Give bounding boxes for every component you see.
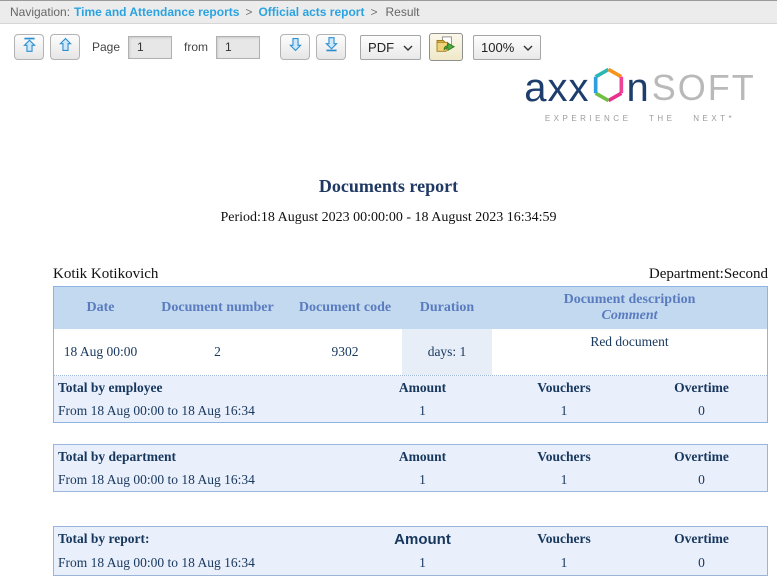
overtime-header: Overtime: [634, 445, 769, 468]
page-input[interactable]: [128, 36, 172, 59]
amount-header: Amount: [351, 527, 494, 551]
last-page-button[interactable]: [316, 34, 346, 60]
first-page-button[interactable]: [14, 34, 44, 60]
vouchers-header: Vouchers: [494, 445, 634, 468]
description-header-line: Document description: [564, 292, 696, 308]
first-page-icon: [21, 36, 38, 58]
total-employee-header-row: Total by employee Amount Vouchers Overti…: [54, 376, 767, 399]
breadcrumb-separator: >: [245, 5, 252, 19]
amount-header: Amount: [351, 376, 494, 399]
format-select-value: PDF: [368, 40, 394, 55]
cell-description: Red document: [492, 329, 767, 375]
column-header-duration: Duration: [402, 287, 492, 329]
column-header-description: Document description Comment: [492, 287, 767, 329]
total-department-section: Total by department Amount Vouchers Over…: [53, 444, 768, 492]
breadcrumb-current: Result: [385, 5, 419, 19]
breadcrumb-link-official-acts[interactable]: Official acts report: [258, 5, 364, 19]
axxonsoft-logo: axx n SOFT EXPERIENCE THE NEXT*: [515, 66, 765, 123]
cell-document-code: 9302: [288, 329, 402, 375]
breadcrumb-label: Navigation:: [10, 5, 70, 19]
report-toolbar: Page from PDF 100%: [0, 24, 777, 70]
total-report-section: Total by report: Amount Vouchers Overtim…: [53, 526, 768, 576]
last-page-icon: [323, 36, 340, 58]
arrow-down-icon: [287, 36, 304, 58]
documents-table-header: Date Document number Document code Durat…: [54, 287, 767, 329]
total-employee-values-row: From 18 Aug 00:00 to 18 Aug 16:34 1 1 0: [54, 399, 767, 422]
total-report-values-row: From 18 Aug 00:00 to 18 Aug 16:34 1 1 0: [54, 551, 767, 575]
total-report-overtime: 0: [634, 551, 769, 575]
total-report-header-row: Total by report: Amount Vouchers Overtim…: [54, 527, 767, 551]
chevron-down-icon: [403, 40, 413, 55]
next-page-button[interactable]: [280, 34, 310, 60]
export-icon: [436, 36, 456, 59]
total-employee-range: From 18 Aug 00:00 to 18 Aug 16:34: [54, 399, 351, 422]
department-label: Department:Second: [649, 266, 768, 283]
hexagon-logo-icon: [592, 66, 625, 109]
cell-date: 18 Aug 00:00: [54, 329, 147, 375]
zoom-select-value: 100%: [481, 40, 514, 55]
chevron-down-icon: [523, 40, 533, 55]
column-header-document-code: Document code: [288, 287, 402, 329]
logo-tagline: EXPERIENCE THE NEXT*: [515, 114, 765, 123]
documents-table: Date Document number Document code Durat…: [53, 286, 768, 423]
total-department-overtime: 0: [634, 468, 769, 491]
employee-name: Kotik Kotikovich: [53, 266, 158, 283]
from-label: from: [184, 40, 208, 54]
total-report-vouchers: 1: [494, 551, 634, 575]
total-report-range: From 18 Aug 00:00 to 18 Aug 16:34: [54, 551, 351, 575]
logo-text-n: n: [627, 68, 650, 108]
cell-document-number: 2: [147, 329, 288, 375]
table-row: 18 Aug 00:00 2 9302 days: 1 Red document: [54, 329, 767, 376]
vouchers-header: Vouchers: [494, 527, 634, 551]
breadcrumb-link-time-attendance[interactable]: Time and Attendance reports: [74, 5, 239, 19]
total-employee-label: Total by employee: [54, 376, 351, 399]
total-pages-input[interactable]: [216, 36, 260, 59]
total-report-amount: 1: [351, 551, 494, 575]
overtime-header: Overtime: [634, 527, 769, 551]
total-department-vouchers: 1: [494, 468, 634, 491]
total-report-label: Total by report:: [54, 527, 351, 551]
column-header-date: Date: [54, 287, 147, 329]
logo-text-axx: axx: [524, 68, 589, 108]
report-body: Documents report Period:18 August 2023 0…: [0, 176, 777, 576]
total-department-range: From 18 Aug 00:00 to 18 Aug 16:34: [54, 468, 351, 491]
total-department-amount: 1: [351, 468, 494, 491]
export-button[interactable]: [429, 33, 463, 61]
breadcrumb-separator: >: [370, 5, 377, 19]
arrow-up-icon: [57, 36, 74, 58]
amount-header: Amount: [351, 445, 494, 468]
total-department-header-row: Total by department Amount Vouchers Over…: [54, 445, 767, 468]
vouchers-header: Vouchers: [494, 376, 634, 399]
breadcrumb: Navigation: Time and Attendance reports …: [0, 0, 777, 24]
total-employee-overtime: 0: [634, 399, 769, 422]
total-employee-amount: 1: [351, 399, 494, 422]
total-department-label: Total by department: [54, 445, 351, 468]
report-meta-row: Kotik Kotikovich Department:Second: [53, 266, 768, 283]
cell-duration: days: 1: [402, 329, 492, 375]
logo-text-soft: SOFT: [652, 70, 756, 106]
comment-header-line: Comment: [601, 308, 657, 324]
format-select[interactable]: PDF: [360, 35, 421, 60]
previous-page-button[interactable]: [50, 34, 80, 60]
page-label: Page: [92, 40, 120, 54]
overtime-header: Overtime: [634, 376, 769, 399]
report-title: Documents report: [0, 176, 777, 197]
column-header-document-number: Document number: [147, 287, 288, 329]
zoom-select[interactable]: 100%: [473, 35, 541, 60]
total-department-values-row: From 18 Aug 00:00 to 18 Aug 16:34 1 1 0: [54, 468, 767, 491]
report-period: Period:18 August 2023 00:00:00 - 18 Augu…: [0, 210, 777, 226]
total-employee-vouchers: 1: [494, 399, 634, 422]
